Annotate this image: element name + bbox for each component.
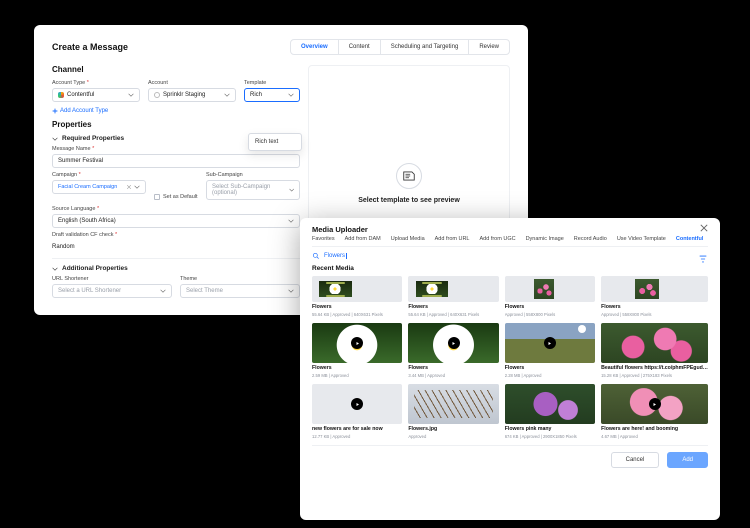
search-icon [312, 252, 320, 260]
filter-button[interactable] [698, 251, 708, 261]
add-button[interactable]: Add [667, 452, 708, 468]
contentful-icon [58, 92, 64, 98]
source-language-label: Source Language * [52, 206, 300, 212]
url-shortener-select[interactable]: Select a URL Shortener [52, 284, 172, 298]
account-avatar-icon [154, 92, 160, 98]
preview-empty-text: Select template to see preview [358, 197, 460, 204]
campaign-select[interactable]: Facial Cream Campaign [52, 180, 146, 194]
tab-contentful[interactable]: Contentful [676, 236, 704, 242]
tab-content[interactable]: Content [339, 40, 381, 54]
plus-icon [52, 108, 58, 114]
play-icon [649, 398, 661, 410]
chevron-down-icon [288, 288, 294, 294]
theme-select[interactable]: Select Theme [180, 284, 300, 298]
page-title: Create a Message [52, 42, 128, 52]
tab-upload-media[interactable]: Upload Media [391, 236, 425, 242]
template-label: Template [244, 80, 300, 86]
media-card[interactable]: FlowersApproved | 558X800 Pixels [601, 276, 708, 317]
template-dropdown-panel: Rich text [248, 133, 302, 151]
media-uploader-modal: Media Uploader Favorites Add from DAM Up… [300, 218, 720, 520]
tab-add-from-dam[interactable]: Add from DAM [345, 236, 381, 242]
chevron-down-icon [128, 92, 134, 98]
tab-dynamic-image[interactable]: Dynamic Image [526, 236, 564, 242]
template-select[interactable]: Rich [244, 88, 300, 102]
media-card[interactable]: Flowers3.44 MB | Approved [408, 323, 498, 378]
account-type-select[interactable]: Contentful [52, 88, 140, 102]
search-input[interactable]: Flowers​ [324, 253, 694, 259]
media-card[interactable]: new flowers are for sale now12.77 KB | A… [312, 384, 402, 439]
additional-properties-header[interactable]: Additional Properties [52, 265, 300, 272]
close-button[interactable] [700, 224, 708, 234]
add-account-type-link[interactable]: Add Account Type [52, 108, 300, 114]
media-card[interactable]: Flowers are here! and booming4.67 MB | A… [601, 384, 708, 439]
chevron-down-icon [288, 92, 294, 98]
chevron-down-icon [224, 92, 230, 98]
close-icon [700, 224, 708, 232]
chevron-down-icon [52, 266, 58, 272]
media-card[interactable]: Beautiful flowers https://t.co/phmFPEgud… [601, 323, 708, 378]
uploader-title: Media Uploader [312, 225, 368, 234]
draft-validation-select[interactable]: Random [52, 240, 300, 254]
message-name-input[interactable]: Summer Festival [52, 154, 300, 168]
tab-review[interactable]: Review [469, 40, 509, 54]
url-shortener-label: URL Shortener [52, 276, 172, 282]
subcampaign-label: Sub-Campaign [206, 172, 300, 178]
form-column: Channel Account Type * Contentful Accoun… [52, 65, 300, 301]
chevron-down-icon [134, 184, 140, 190]
draft-validation-label: Draft validation CF check * [52, 232, 300, 238]
properties-heading: Properties [52, 120, 300, 129]
filter-icon [698, 254, 708, 264]
account-type-label: Account Type * [52, 80, 140, 86]
account-select[interactable]: Sprinklr Staging [148, 88, 236, 102]
source-language-select[interactable]: English (South Africa) [52, 214, 300, 228]
recent-media-heading: Recent Media [312, 265, 708, 272]
tab-favorites[interactable]: Favorites [312, 236, 335, 242]
tab-scheduling[interactable]: Scheduling and Targeting [381, 40, 470, 54]
step-tabs: Overview Content Scheduling and Targetin… [290, 39, 510, 55]
media-card[interactable]: Flowers pink many674 KB | Approved | 290… [505, 384, 595, 439]
media-card[interactable]: Flowers55.64 KB | Approved | 640X631 Pix… [312, 276, 402, 317]
media-card[interactable]: Flowers55.64 KB | Approved | 640X631 Pix… [408, 276, 498, 317]
media-card[interactable]: FlowersApproved | 558X800 Pixels [505, 276, 595, 317]
account-label: Account [148, 80, 236, 86]
cancel-button[interactable]: Cancel [611, 452, 660, 468]
campaign-label: Campaign * [52, 172, 146, 178]
template-placeholder-icon [396, 163, 422, 189]
tab-add-from-ugc[interactable]: Add from UGC [480, 236, 516, 242]
media-card[interactable]: Flowers.jpgApproved [408, 384, 498, 439]
play-icon [544, 337, 556, 349]
channel-heading: Channel [52, 65, 300, 74]
chevron-down-icon [289, 187, 294, 193]
subcampaign-select[interactable]: Select Sub-Campaign (optional) [206, 180, 300, 200]
chevron-down-icon [160, 288, 166, 294]
clear-icon[interactable] [126, 184, 132, 190]
play-icon [448, 337, 460, 349]
chevron-down-icon [288, 218, 294, 224]
tab-add-from-url[interactable]: Add from URL [435, 236, 470, 242]
uploader-tabs: Favorites Add from DAM Upload Media Add … [312, 236, 708, 247]
media-card[interactable]: Flowers2.59 MB | Approved [312, 323, 402, 378]
tab-video-template[interactable]: Use Video Template [617, 236, 666, 242]
tab-overview[interactable]: Overview [291, 40, 339, 54]
template-option-richtext[interactable]: Rich text [249, 136, 301, 148]
media-grid: Flowers55.64 KB | Approved | 640X631 Pix… [312, 276, 708, 439]
play-icon [351, 398, 363, 410]
tab-record-audio[interactable]: Record Audio [574, 236, 607, 242]
media-card[interactable]: Flowers2.28 MB | Approved [505, 323, 595, 378]
set-default-checkbox[interactable]: Set as Default [154, 194, 198, 200]
theme-label: Theme [180, 276, 300, 282]
chevron-down-icon [52, 136, 58, 142]
